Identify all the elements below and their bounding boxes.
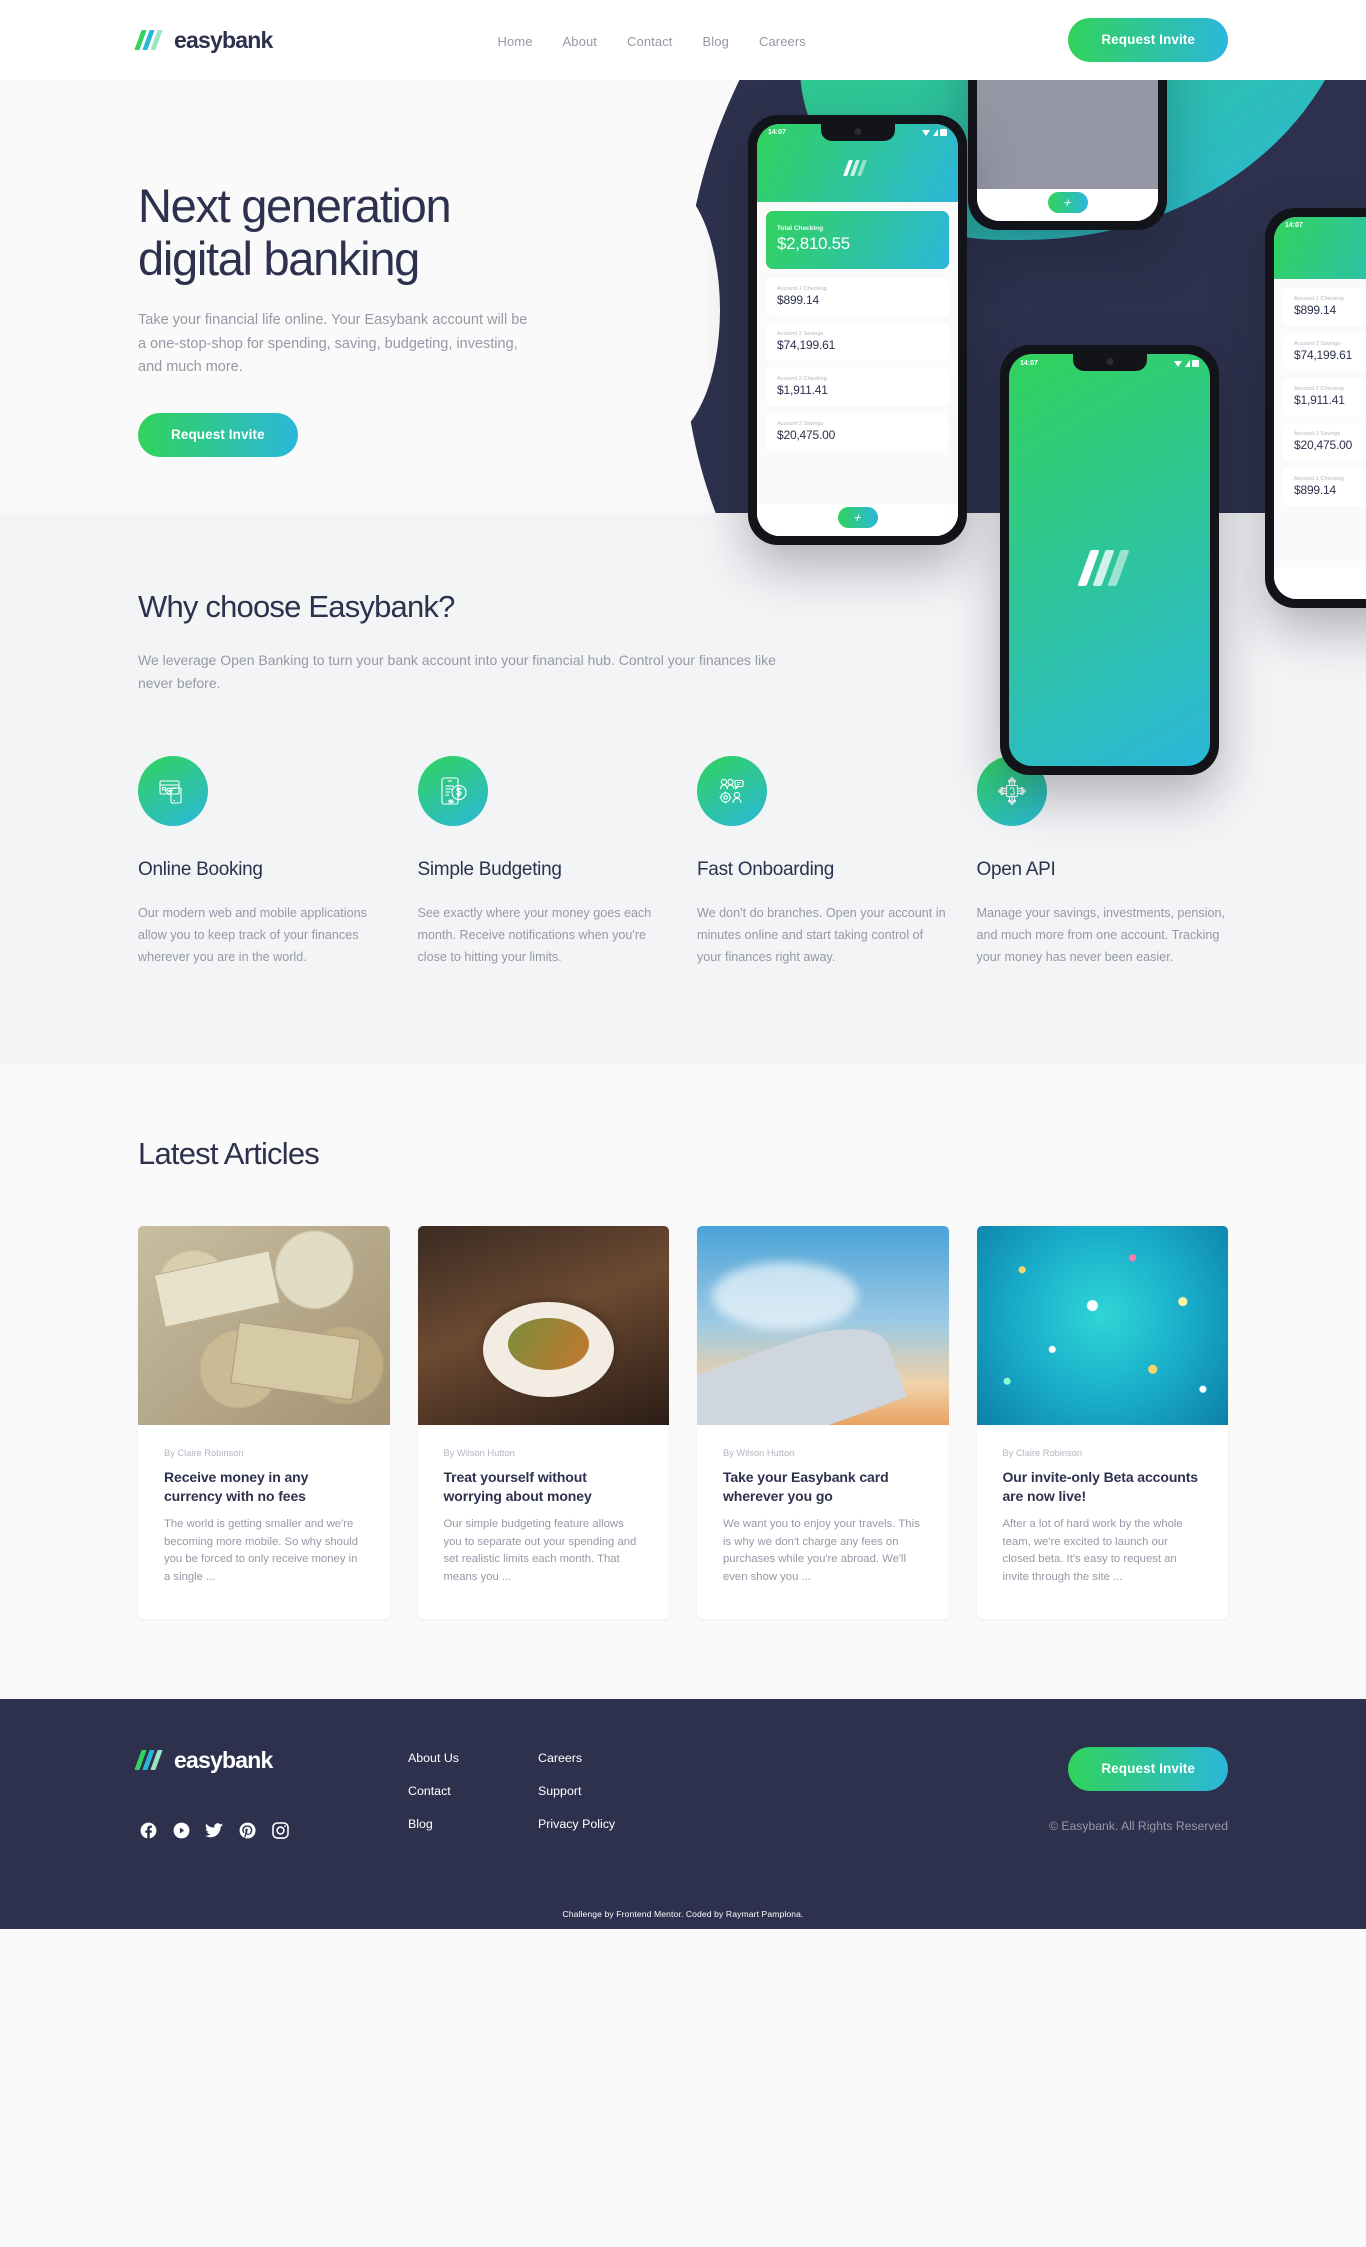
feature-text: See exactly where your money goes each m… [417, 906, 652, 964]
site-footer: easybank About Us Contact Blog Careers S… [0, 1698, 1366, 1929]
online-booking-icon [138, 756, 208, 827]
article-title[interactable]: Our invite-only Beta accounts are now li… [1003, 1468, 1203, 1505]
footer-request-invite-button[interactable]: Request Invite [1068, 1746, 1228, 1791]
site-header: easybank Home About Contact Blog Careers… [0, 0, 1366, 80]
hero-section: Next generation digital banking Take you… [0, 80, 1366, 513]
restaurant-dinner-plate-photo [417, 1226, 669, 1426]
nav-item-contact[interactable]: Contact [627, 6, 673, 75]
facebook-icon[interactable] [138, 1821, 158, 1841]
instagram-icon[interactable] [270, 1821, 290, 1841]
features-subtitle: We leverage Open Banking to turn your ba… [138, 652, 776, 691]
footer-links-column-1: About Us Contact Blog [408, 1747, 538, 1875]
feature-card-simple-budgeting: Simple Budgeting See exactly where your … [417, 756, 670, 968]
youtube-icon[interactable] [171, 1821, 191, 1841]
attribution-text: Challenge by Frontend Mentor. Coded by R… [562, 1908, 804, 1919]
simple-budgeting-icon [417, 756, 488, 827]
article-card[interactable]: By Claire Robinson Receive money in any … [138, 1226, 390, 1619]
footer-link-blog[interactable]: Blog [408, 1817, 538, 1831]
article-excerpt: We want you to enjoy your travels. This … [723, 1518, 920, 1584]
feature-text: Our modern web and mobile applications a… [138, 906, 367, 964]
logo-text: easybank [174, 26, 273, 53]
feature-card-open-api: Open API Manage your savings, investment… [976, 756, 1229, 968]
feature-title: Open API [976, 859, 1056, 881]
article-excerpt: Our simple budgeting feature allows you … [443, 1518, 637, 1584]
easybank-slash-logo-icon [134, 30, 167, 50]
nav-item-home[interactable]: Home [497, 6, 532, 75]
confetti-celebration-photo [976, 1226, 1228, 1426]
nav-item-blog[interactable]: Blog [703, 6, 729, 75]
airplane-wing-sky-photo [697, 1226, 949, 1426]
article-excerpt: The world is getting smaller and we're b… [164, 1518, 359, 1584]
footer-links-column-2: Careers Support Privacy Policy [538, 1747, 615, 1875]
footer-logo-text: easybank [174, 1746, 273, 1773]
feature-title: Simple Budgeting [417, 859, 562, 881]
hero-paragraph: Take your financial life online. Your Ea… [138, 312, 528, 376]
easybank-slash-logo-icon-footer [134, 1750, 167, 1771]
article-card[interactable]: By Claire Robinson Our invite-only Beta … [976, 1226, 1228, 1619]
features-title: Why choose Easybank? [138, 589, 455, 624]
hero-request-invite-button[interactable]: Request Invite [138, 412, 298, 457]
footer-link-careers[interactable]: Careers [538, 1751, 615, 1765]
feature-text: We don't do branches. Open your account … [697, 906, 946, 964]
articles-title: Latest Articles [138, 1136, 320, 1172]
nav-item-about[interactable]: About [563, 6, 597, 75]
twitter-icon[interactable] [204, 1821, 224, 1841]
footer-logo[interactable]: easybank [134, 1746, 408, 1774]
article-title[interactable]: Receive money in any currency with no fe… [164, 1468, 364, 1505]
articles-grid: By Claire Robinson Receive money in any … [138, 1226, 1228, 1619]
hero-white-cutout [600, 180, 720, 440]
feature-text: Manage your savings, investments, pensio… [976, 906, 1226, 964]
hero-heading-line-1: Next generation [138, 179, 452, 232]
feature-title: Fast Onboarding [697, 859, 835, 881]
article-card[interactable]: By Wilson Hutton Treat yourself without … [417, 1226, 669, 1619]
pinterest-icon[interactable] [237, 1821, 257, 1841]
footer-link-privacy-policy[interactable]: Privacy Policy [538, 1817, 615, 1831]
features-section: Why choose Easybank? We leverage Open Ba… [0, 513, 1366, 1065]
article-author: By Claire Robinson [1002, 1448, 1083, 1459]
footer-link-about-us[interactable]: About Us [408, 1751, 538, 1765]
footer-right-column: Request Invite © Easybank. All Rights Re… [1048, 1746, 1228, 1833]
article-author: By Wilson Hutton [723, 1448, 795, 1459]
nav-item-careers[interactable]: Careers [759, 6, 806, 75]
hero-heading-line-2: digital banking [138, 231, 420, 285]
fast-onboarding-icon [697, 756, 767, 827]
article-card[interactable]: By Wilson Hutton Take your Easybank card… [697, 1226, 949, 1619]
hero-copy: Next generation digital banking Take you… [138, 179, 558, 457]
article-excerpt: After a lot of hard work by the whole te… [1002, 1518, 1183, 1584]
header-logo[interactable]: easybank [134, 26, 273, 54]
footer-link-contact[interactable]: Contact [408, 1784, 538, 1798]
article-author: By Claire Robinson [164, 1448, 244, 1459]
copyright-text: © Easybank. All Rights Reserved [1048, 1818, 1228, 1833]
feature-card-online-booking: Online Booking Our modern web and mobile… [138, 756, 390, 968]
feature-card-fast-onboarding: Fast Onboarding We don't do branches. Op… [697, 756, 949, 968]
features-grid: Online Booking Our modern web and mobile… [138, 756, 1228, 968]
footer-social-links [138, 1821, 408, 1841]
currency-banknotes-photo [138, 1226, 390, 1426]
header-request-invite-button[interactable]: Request Invite [1068, 18, 1228, 62]
easybank-landing-page: easybank Home About Contact Blog Careers… [0, 0, 1366, 2247]
latest-articles-section: Latest Articles By Claire Robinson Recei… [0, 1064, 1366, 1699]
feature-title: Online Booking [138, 859, 263, 881]
hero-heading: Next generation digital banking [138, 179, 558, 285]
footer-link-support[interactable]: Support [538, 1784, 615, 1798]
article-title[interactable]: Take your Easybank card wherever you go [723, 1468, 923, 1505]
article-author: By Wilson Hutton [443, 1448, 515, 1459]
main-navigation: Home About Contact Blog Careers [497, 6, 805, 75]
open-api-icon [976, 756, 1047, 827]
article-title[interactable]: Treat yourself without worrying about mo… [444, 1468, 644, 1505]
